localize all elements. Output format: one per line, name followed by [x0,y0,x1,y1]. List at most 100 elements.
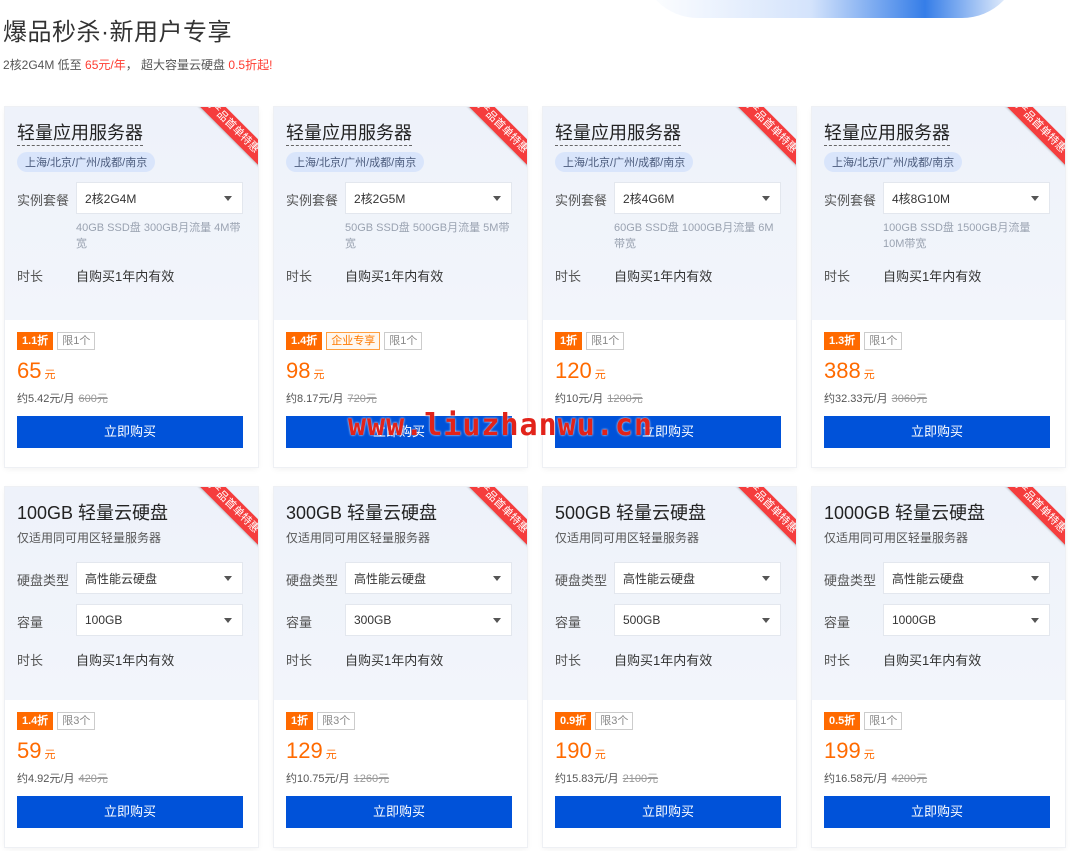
limit-badge: 限1个 [864,712,903,730]
disk-type-label: 硬盘类型 [555,573,608,588]
buy-now-button[interactable]: 立即购买 [824,796,1050,828]
monthly-value: 约5.42元/月 [17,393,75,405]
hero-banner-arc [640,0,1020,18]
price-unit: 元 [44,369,56,381]
subtitle-price: 65元/年 [85,58,126,72]
region-badge: 上海/北京/广州/成都/南京 [286,152,425,172]
buy-now-button[interactable]: 立即购买 [824,416,1050,448]
monthly-value: 约32.33元/月 [824,393,888,405]
monthly-price: 约4.92元/月 420元 [17,770,246,786]
card-desc: 仅适用同可用区轻量服务器 [17,531,162,545]
select-value: 2核2G4M [85,191,137,206]
monthly-price: 约32.33元/月 3060元 [824,390,1053,406]
disk-type-select[interactable]: 高性能云硬盘 [76,562,243,594]
card-title: 1000GB 轻量云硬盘 [824,503,986,523]
server-card: 产品首单特惠 轻量应用服务器 上海/北京/广州/成都/南京 实例套餐 4核8G1… [812,107,1065,467]
capacity-select[interactable]: 100GB [76,604,243,636]
chevron-down-icon [762,195,770,201]
buy-now-button[interactable]: 立即购买 [17,416,243,448]
chevron-down-icon [493,575,501,581]
price-value: 98 [286,358,311,383]
card-title[interactable]: 轻量应用服务器 [555,121,681,146]
server-card: 产品首单特惠 轻量应用服务器 上海/北京/广州/成都/南京 实例套餐 2核2G4… [5,107,258,467]
select-value: 1000GB [892,613,937,627]
package-select[interactable]: 4核8G10M [883,182,1050,214]
capacity-label: 容量 [17,615,44,630]
price: 59 元 [17,738,246,768]
subtitle-mid: ， 超大容量云硬盘 [125,58,229,72]
discount-badge: 1.4折 [17,712,54,730]
capacity-select[interactable]: 500GB [614,604,781,636]
spec-text: 60GB SSD盘 1000GB月流量 6M带宽 [614,222,774,250]
spec-text: 50GB SSD盘 500GB月流量 5M带宽 [345,222,510,250]
duration-label: 时长 [555,269,582,284]
disk-card: 产品首单特惠 500GB 轻量云硬盘 仅适用同可用区轻量服务器 硬盘类型 高性能… [543,487,796,847]
disk-type-select[interactable]: 高性能云硬盘 [883,562,1050,594]
promo-ribbon: 产品首单特惠 [461,107,527,170]
buy-now-button[interactable]: 立即购买 [17,796,243,828]
disk-type-select[interactable]: 高性能云硬盘 [345,562,512,594]
buy-now-button[interactable]: 立即购买 [286,796,512,828]
promo-ribbon: 产品首单特惠 [730,107,796,170]
price: 190 元 [555,738,784,768]
duration-value: 自购买1年内有效 [614,269,713,284]
monthly-price: 约5.42元/月 600元 [17,390,246,406]
chevron-down-icon [1031,575,1039,581]
region-badge: 上海/北京/广州/成都/南京 [17,152,156,172]
card-title[interactable]: 轻量应用服务器 [286,121,412,146]
duration-label: 时长 [824,269,851,284]
discount-badge: 1.4折 [286,332,323,350]
price-value: 120 [555,358,592,383]
card-desc: 仅适用同可用区轻量服务器 [555,531,700,545]
original-price: 3060元 [891,393,928,405]
price-value: 129 [286,738,323,763]
original-price: 2100元 [622,773,659,785]
limit-badge: 限1个 [384,332,423,350]
price-value: 388 [824,358,861,383]
limit-badge: 限1个 [57,332,96,350]
card-title[interactable]: 轻量应用服务器 [824,121,950,146]
price: 388 元 [824,358,1053,388]
original-price: 600元 [78,393,108,405]
capacity-label: 容量 [555,615,582,630]
select-value: 高性能云硬盘 [623,571,696,586]
disk-card: 产品首单特惠 1000GB 轻量云硬盘 仅适用同可用区轻量服务器 硬盘类型 高性… [812,487,1065,847]
subtitle-discount: 0.5折起! [228,58,273,72]
package-select[interactable]: 2核2G5M [345,182,512,214]
limit-badge: 限3个 [57,712,96,730]
capacity-select[interactable]: 1000GB [883,604,1050,636]
limit-badge: 限1个 [586,332,625,350]
capacity-label: 容量 [286,615,313,630]
original-price: 4200元 [891,773,928,785]
price-value: 190 [555,738,592,763]
package-label: 实例套餐 [555,193,608,208]
region-badge: 上海/北京/广州/成都/南京 [824,152,963,172]
package-select[interactable]: 2核2G4M [76,182,243,214]
price: 129 元 [286,738,515,768]
chevron-down-icon [762,575,770,581]
duration-label: 时长 [286,653,313,668]
monthly-price: 约8.17元/月 720元 [286,390,515,406]
disk-type-select[interactable]: 高性能云硬盘 [614,562,781,594]
disk-type-label: 硬盘类型 [17,573,70,588]
original-price: 420元 [78,773,108,785]
price-unit: 元 [44,749,56,761]
duration-label: 时长 [286,269,313,284]
card-desc: 仅适用同可用区轻量服务器 [824,531,969,545]
duration-value: 自购买1年内有效 [883,653,982,668]
chevron-down-icon [1031,195,1039,201]
limit-badge: 限1个 [864,332,903,350]
promo-ribbon: 产品首单特惠 [999,107,1065,170]
buy-now-button[interactable]: 立即购买 [555,796,781,828]
select-value: 高性能云硬盘 [85,571,158,586]
spec-text: 100GB SSD盘 1500GB月流量 10M带宽 [883,222,1031,250]
capacity-select[interactable]: 300GB [345,604,512,636]
card-title[interactable]: 轻量应用服务器 [17,121,143,146]
subtitle-pre: 2核2G4M 低至 [3,58,86,72]
card-title: 300GB 轻量云硬盘 [286,503,438,523]
package-select[interactable]: 2核4G6M [614,182,781,214]
monthly-value: 约8.17元/月 [286,393,344,405]
duration-label: 时长 [824,653,851,668]
select-value: 300GB [354,613,392,627]
price: 120 元 [555,358,784,388]
